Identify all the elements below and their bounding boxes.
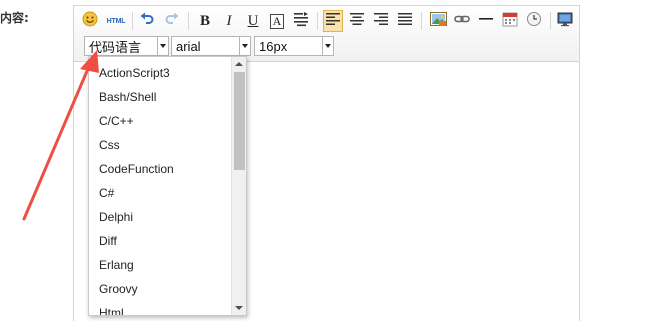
annotation-arrow-head: [80, 50, 99, 73]
annotation-arrow-shaft: [22, 62, 92, 221]
annotation-arrow: [22, 50, 99, 221]
page: 内容: HTML B I U A 代码语言 arial 16px ActionS…: [0, 0, 661, 321]
